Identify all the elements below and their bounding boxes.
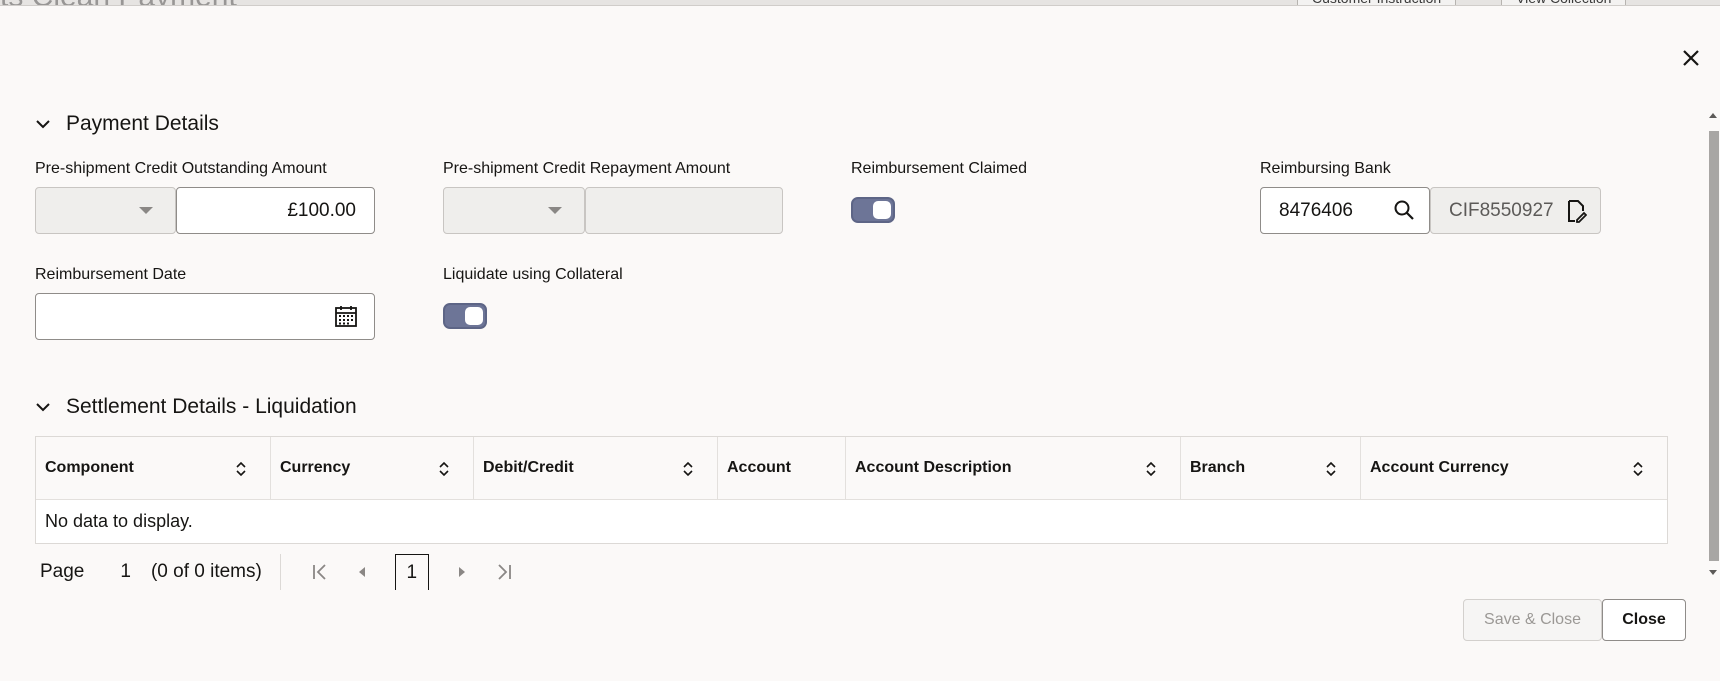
pager-divider <box>279 554 281 590</box>
column-header-debit-credit[interactable]: Debit/Credit <box>474 437 718 499</box>
table-header: Component Currency Debit/Credit Account … <box>36 437 1667 500</box>
repayment-amount-input[interactable] <box>585 187 783 234</box>
first-page-icon[interactable] <box>309 561 331 583</box>
scroll-up-icon[interactable] <box>1709 113 1717 118</box>
sort-icon[interactable] <box>234 460 248 478</box>
reimbursing-bank-value: 8476406 <box>1279 199 1353 221</box>
settlement-table: Component Currency Debit/Credit Account … <box>35 436 1668 544</box>
outstanding-currency-select[interactable] <box>35 187 176 234</box>
sort-icon[interactable] <box>681 460 695 478</box>
sort-icon[interactable] <box>1324 460 1338 478</box>
reimbursement-date-label: Reimbursement Date <box>35 266 187 283</box>
settlement-details-title: Settlement Details - Liquidation <box>66 395 357 418</box>
items-count: (0 of 0 items) <box>150 561 262 582</box>
payment-details-title: Payment Details <box>66 112 219 135</box>
page-number-input[interactable]: 1 <box>120 561 131 583</box>
column-header-branch[interactable]: Branch <box>1181 437 1361 499</box>
repayment-currency-select[interactable] <box>443 187 585 234</box>
last-page-icon[interactable] <box>493 561 515 583</box>
column-header-account[interactable]: Account <box>718 437 846 499</box>
chevron-down-icon <box>36 120 50 129</box>
calendar-icon[interactable] <box>333 303 359 329</box>
column-header-account-description[interactable]: Account Description <box>846 437 1181 499</box>
payment-dialog: Payment Details Pre-shipment Credit Outs… <box>0 5 1720 681</box>
column-header-account-currency[interactable]: Account Currency <box>1361 437 1667 499</box>
next-page-icon[interactable] <box>451 561 473 583</box>
toggle-knob <box>465 307 483 325</box>
column-header-component[interactable]: Component <box>36 437 271 499</box>
scroll-down-icon[interactable] <box>1709 570 1717 575</box>
reimbursing-bank-label: Reimbursing Bank <box>1260 160 1391 177</box>
sort-icon[interactable] <box>1144 460 1158 478</box>
empty-table-message: No data to display. <box>45 511 193 531</box>
table-pager: Page 1 (0 of 0 items) 1 <box>40 554 525 590</box>
search-icon[interactable] <box>1391 197 1417 223</box>
repayment-amount-label: Pre-shipment Credit Repayment Amount <box>443 160 731 177</box>
previous-page-icon[interactable] <box>351 561 373 583</box>
toggle-knob <box>873 201 891 219</box>
current-page-button[interactable]: 1 <box>394 554 429 590</box>
reimbursement-date-input[interactable] <box>35 293 375 340</box>
scrollbar-thumb[interactable] <box>1709 131 1719 561</box>
payment-details-header[interactable]: Payment Details <box>34 112 219 136</box>
liquidate-collateral-toggle[interactable] <box>443 303 487 329</box>
close-button[interactable]: Close <box>1602 599 1686 641</box>
outstanding-amount-label: Pre-shipment Credit Outstanding Amount <box>35 160 327 177</box>
edit-document-icon[interactable] <box>1563 198 1589 224</box>
settlement-details-header[interactable]: Settlement Details - Liquidation <box>34 395 357 419</box>
page-label: Page <box>40 561 85 582</box>
chevron-down-icon <box>36 403 50 412</box>
save-close-button[interactable]: Save & Close <box>1463 599 1602 641</box>
reimbursement-claimed-label: Reimbursement Claimed <box>851 160 1028 177</box>
outstanding-amount-input[interactable]: £100.00 <box>176 187 375 234</box>
reimbursement-claimed-toggle[interactable] <box>851 197 895 223</box>
sort-icon[interactable] <box>1631 460 1645 478</box>
close-icon[interactable] <box>1675 42 1707 74</box>
sort-icon[interactable] <box>437 460 451 478</box>
column-header-currency[interactable]: Currency <box>271 437 474 499</box>
chevron-down-icon <box>548 207 562 214</box>
liquidate-collateral-label: Liquidate using Collateral <box>443 266 623 283</box>
chevron-down-icon <box>139 207 153 214</box>
